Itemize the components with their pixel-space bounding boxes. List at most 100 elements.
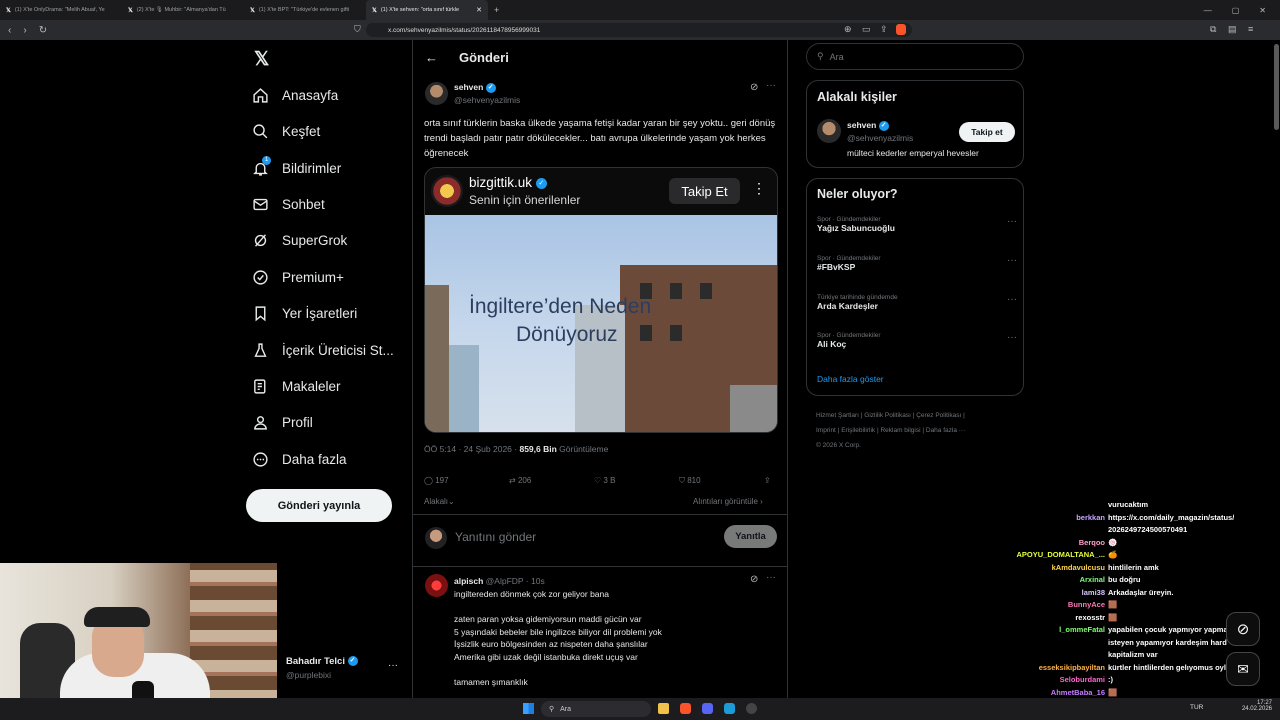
nav-profile[interactable]: Profil	[252, 410, 313, 434]
zoom-icon[interactable]: ⊕	[844, 24, 852, 35]
related-avatar[interactable]	[817, 119, 841, 143]
maximize-icon[interactable]: ▢	[1232, 6, 1240, 15]
related-handle[interactable]: @sehvenyazilmis	[847, 133, 913, 143]
scrollbar[interactable]	[1274, 44, 1279, 130]
nav-explore[interactable]: Keşfet	[252, 119, 320, 143]
language-indicator[interactable]: TUR	[1190, 704, 1203, 711]
extensions-icon[interactable]: ⧉	[1210, 24, 1216, 35]
reload-icon[interactable]: ↻	[39, 25, 47, 36]
author-handle[interactable]: @sehvenyazilmis	[454, 95, 520, 105]
reply-more-icon[interactable]: ···	[766, 572, 776, 583]
show-more-link[interactable]: Daha fazla göster	[817, 374, 884, 384]
footer-link[interactable]: Imprint	[816, 427, 836, 434]
nav-grok[interactable]: SuperGrok	[252, 228, 347, 252]
x-logo-icon[interactable]: 𝕏	[254, 48, 269, 71]
grok-icon[interactable]: ⊘	[750, 574, 758, 585]
share-icon[interactable]: ⇪	[880, 24, 888, 35]
chat-text: hintlilerin amk	[1108, 562, 1159, 572]
nav-messages[interactable]: Sohbet	[252, 192, 325, 216]
bookmark-icon[interactable]: ⛉	[354, 24, 361, 35]
file-explorer-icon[interactable]	[658, 703, 669, 714]
grok-icon[interactable]: ⊘	[750, 82, 758, 93]
trend-more-icon[interactable]: ···	[1007, 294, 1017, 305]
trend-item[interactable]: Spor · Gündemdekiler Yağız Sabuncuoğlu ·…	[817, 216, 1017, 233]
footer-link[interactable]: Hizmet Şartları	[816, 412, 859, 419]
trend-name: Ali Koç	[817, 339, 847, 349]
nav-creator-studio[interactable]: İçerik Üreticisi St...	[252, 338, 394, 362]
obs-icon[interactable]	[746, 703, 757, 714]
author-name[interactable]: sehven ✓	[454, 82, 496, 93]
brave-icon[interactable]	[680, 703, 691, 714]
forward-icon[interactable]: ›	[23, 25, 26, 36]
follow-button[interactable]: Takip et	[959, 122, 1015, 142]
like-button[interactable]: ♡ 3 B	[594, 476, 615, 485]
nav-notifications[interactable]: 1 Bildirimler	[252, 156, 341, 180]
footer-link[interactable]: Daha fazla ···	[926, 427, 965, 434]
post-button[interactable]: Gönderi yayınla	[246, 489, 392, 522]
bookmark-button[interactable]: ⛉ 810	[679, 476, 701, 486]
nav-articles[interactable]: Makaleler	[252, 374, 341, 398]
footer-link[interactable]: Çerez Politikası	[916, 412, 961, 419]
media-embed[interactable]: bizgittik.uk ✓ Senin için önerilenler Ta…	[424, 167, 778, 433]
reply-author[interactable]: alpisch @AlpFDP · 10s	[454, 576, 545, 586]
trend-item[interactable]: Türkiye tarihinde gündemde Arda Kardeşle…	[817, 294, 1017, 311]
wallet-icon[interactable]: ▤	[1228, 24, 1237, 35]
trend-more-icon[interactable]: ···	[1007, 216, 1017, 227]
trend-item[interactable]: Spor · Gündemdekiler #FBvKSP ···	[817, 255, 1017, 272]
reply-submit-button[interactable]: Yanıtla	[724, 525, 777, 548]
close-tab-icon[interactable]: ✕	[476, 6, 482, 14]
close-window-icon[interactable]: ✕	[1259, 6, 1266, 15]
embed-avatar[interactable]	[431, 175, 463, 207]
repost-button[interactable]: ⇄ 206	[509, 476, 531, 485]
footer-link[interactable]: Reklam bilgisi	[880, 427, 920, 434]
reply-input[interactable]: Yanıtını gönder	[455, 530, 536, 544]
nav-bookmarks[interactable]: Yer İşaretleri	[252, 301, 357, 325]
clock[interactable]: 17:27 24.02.2026	[1240, 700, 1272, 712]
share-icon[interactable]: ⇪	[764, 476, 771, 485]
embed-more-icon[interactable]: ⋮	[752, 180, 766, 197]
search-icon: ⚲	[817, 51, 824, 61]
browser-tab[interactable]: 𝕏 (1) X'te OnlyDrama: "Melih Abuaf, Ye	[0, 0, 122, 20]
cast-icon[interactable]: ▭	[862, 24, 871, 35]
browser-tab-active[interactable]: 𝕏 (1) X'te sehven: "orta sınıf türkle ✕	[366, 0, 488, 20]
taskbar-search[interactable]: ⚲ Ara	[541, 701, 651, 717]
back-arrow-icon[interactable]: ←	[425, 50, 438, 65]
trend-item[interactable]: Spor · Gündemdekiler Ali Koç ···	[817, 332, 1017, 349]
related-name[interactable]: sehven ✓	[847, 120, 889, 131]
messages-float-button[interactable]: ✉	[1226, 652, 1260, 686]
windows-start-icon[interactable]	[523, 703, 534, 714]
url-text: x.com/sehvenyazilmis/status/202611847895…	[388, 26, 541, 34]
account-name[interactable]: Bahadır Telci ✓	[286, 656, 358, 667]
steam-icon[interactable]	[724, 703, 735, 714]
post-timestamp[interactable]: ÖÖ 5:14 · 24 Şub 2026 · 859,6 Bin Görünt…	[424, 444, 608, 454]
back-icon[interactable]: ‹	[8, 25, 11, 36]
video-thumbnail[interactable]: İngiltere’den Neden Dönüyoruz	[425, 215, 777, 432]
view-quotes-link[interactable]: Alıntıları görüntüle ›	[693, 497, 763, 506]
sort-dropdown[interactable]: Alakalı⌄	[424, 497, 455, 506]
footer-link[interactable]: Gizlilik Politikası	[864, 412, 911, 419]
url-bar[interactable]: x.com/sehvenyazilmis/status/202611847895…	[366, 23, 912, 37]
embed-follow-button[interactable]: Takip Et	[669, 178, 740, 204]
reply-button[interactable]: ◯ 197	[424, 476, 449, 485]
embed-account[interactable]: bizgittik.uk ✓	[469, 175, 547, 190]
nav-home[interactable]: Anasayfa	[252, 83, 338, 107]
minimize-icon[interactable]: —	[1204, 6, 1212, 15]
brave-shield-icon[interactable]	[896, 24, 906, 35]
footer-link[interactable]: Erişilebilirlik	[841, 427, 875, 434]
discord-icon[interactable]	[702, 703, 713, 714]
browser-tab[interactable]: 𝕏 (1) X'te BPT: "Türkiye'de evlenen gifti	[244, 0, 366, 20]
grok-float-button[interactable]: ⊘	[1226, 612, 1260, 646]
post-more-icon[interactable]: ···	[766, 80, 776, 91]
nav-more[interactable]: Daha fazla	[252, 447, 347, 471]
nav-premium[interactable]: Premium+	[252, 265, 344, 289]
search-input[interactable]: Ara	[830, 52, 844, 62]
trend-more-icon[interactable]: ···	[1007, 255, 1017, 266]
browser-tab[interactable]: 𝕏 (2) X'te 🎙 Muhbir: "Almanya'dan Tü	[122, 0, 244, 20]
menu-icon[interactable]: ≡	[1248, 24, 1253, 34]
trend-more-icon[interactable]: ···	[1007, 332, 1017, 343]
reply-author-avatar[interactable]	[425, 574, 448, 597]
account-more-icon[interactable]: ···	[388, 660, 398, 671]
new-tab-button[interactable]: +	[488, 0, 508, 20]
author-avatar[interactable]	[425, 82, 448, 105]
search-box[interactable]: ⚲ Ara	[806, 43, 1024, 70]
